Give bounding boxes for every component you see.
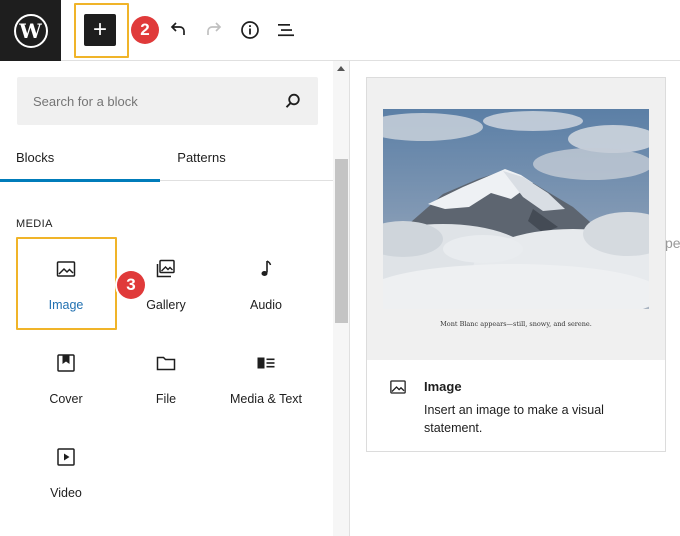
- scrollbar-thumb[interactable]: [335, 159, 348, 323]
- block-item-media-text[interactable]: Media & Text: [216, 331, 316, 423]
- block-item-audio[interactable]: Audio: [216, 237, 316, 329]
- tab-patterns[interactable]: Patterns: [160, 139, 243, 181]
- block-item-video[interactable]: Video: [16, 425, 116, 517]
- block-label: Video: [50, 486, 82, 500]
- media-text-icon: [257, 357, 275, 369]
- redo-icon[interactable]: [202, 18, 226, 42]
- step-badge-2: 2: [131, 16, 159, 44]
- wordpress-logo-button[interactable]: W: [0, 0, 61, 61]
- block-inserter-panel: Blocks Patterns MEDIA Image 3 Gallery Au…: [0, 61, 350, 536]
- block-item-gallery[interactable]: Gallery: [116, 237, 216, 329]
- preview-image: [383, 109, 649, 309]
- block-label: Cover: [49, 392, 83, 406]
- scroll-up-arrow-icon[interactable]: [337, 66, 345, 71]
- file-icon: [156, 356, 176, 371]
- image-block-highlight: [16, 237, 117, 330]
- gallery-icon: [156, 259, 175, 278]
- inserter-tabs: Blocks Patterns: [0, 139, 333, 182]
- preview-canvas: Mont Blanc appears—still, snowy, and ser…: [367, 78, 665, 360]
- image-icon: [390, 380, 406, 394]
- clipped-text: pe: [665, 235, 680, 251]
- editor-toolbar: W + 2: [0, 0, 680, 61]
- list-view-icon[interactable]: [274, 18, 298, 42]
- category-title-media: MEDIA: [16, 218, 53, 230]
- block-label: Media & Text: [229, 392, 303, 406]
- image-caption: Mont Blanc appears—still, snowy, and ser…: [440, 320, 592, 328]
- video-icon: [57, 448, 75, 466]
- preview-description: Insert an image to make a visual stateme…: [424, 403, 604, 435]
- preview-title: Image: [424, 379, 462, 394]
- mountain-photo: [383, 109, 649, 309]
- info-icon[interactable]: [238, 18, 262, 42]
- block-item-cover[interactable]: Cover: [16, 331, 116, 423]
- add-block-button[interactable]: +: [84, 14, 116, 46]
- block-label: File: [155, 392, 177, 406]
- tab-blocks[interactable]: Blocks: [0, 139, 160, 182]
- block-item-file[interactable]: File: [116, 331, 216, 423]
- block-label: Gallery: [146, 298, 186, 312]
- audio-icon: [261, 260, 272, 276]
- undo-icon[interactable]: [166, 18, 190, 42]
- block-label: Audio: [250, 298, 282, 312]
- block-preview-card: Mont Blanc appears—still, snowy, and ser…: [366, 77, 666, 452]
- search-icon[interactable]: [284, 92, 302, 110]
- wordpress-logo-icon: W: [13, 13, 48, 48]
- plus-icon: +: [92, 16, 107, 43]
- block-search: [17, 77, 318, 125]
- cover-icon: [57, 354, 75, 372]
- search-input[interactable]: [17, 77, 277, 125]
